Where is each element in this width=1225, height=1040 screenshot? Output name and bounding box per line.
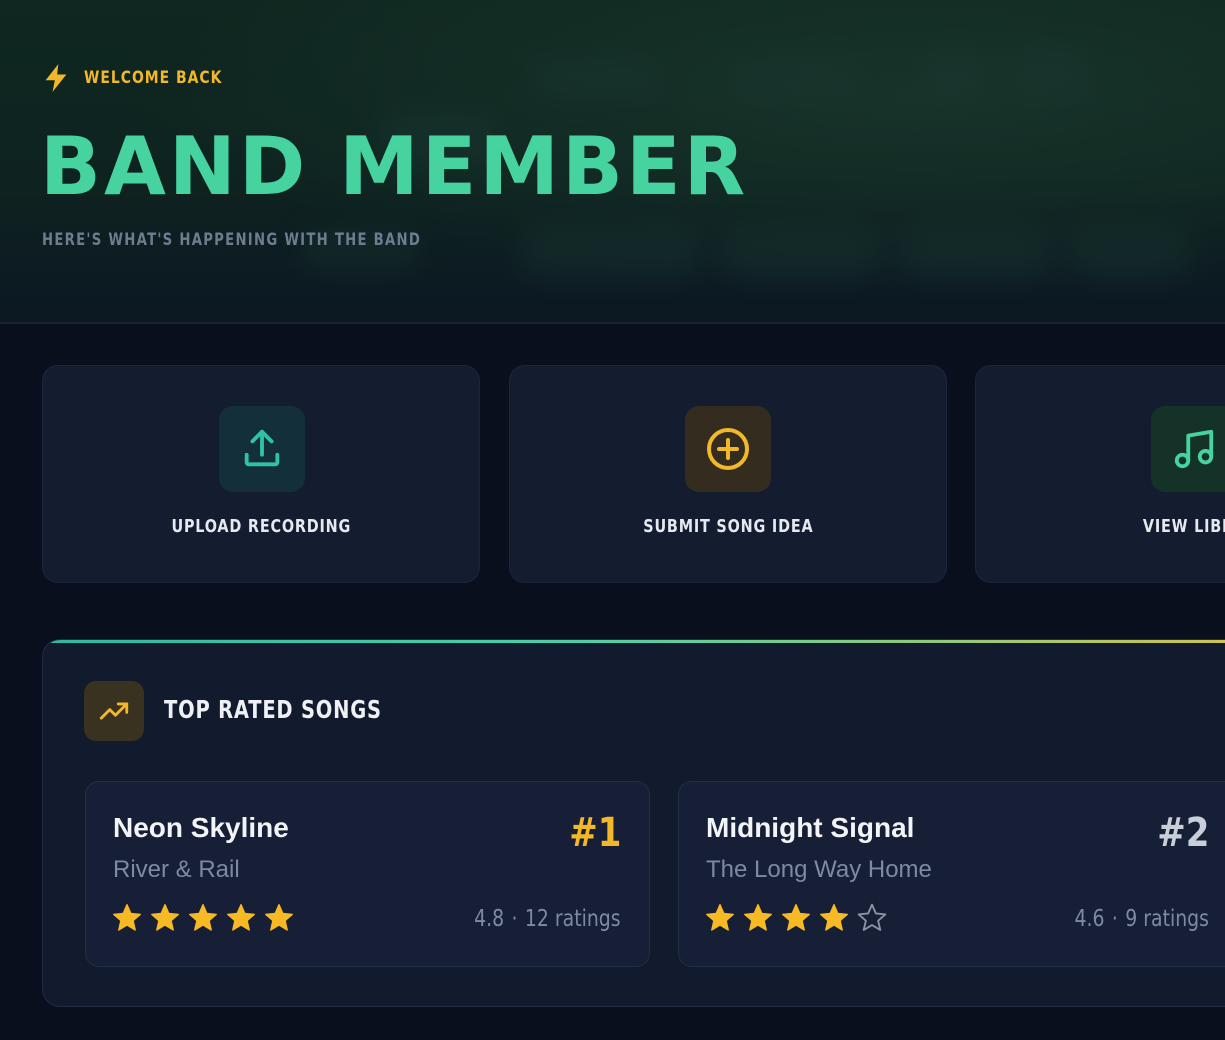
upload-recording-label: UPLOAD RECORDING [171,516,351,537]
star-filled-icon [744,904,772,931]
upload-icon [244,429,280,467]
upload-recording-card[interactable]: UPLOAD RECORDING [42,365,480,583]
song-title: Neon Skyline [113,812,289,843]
rank-badge: #1 [568,810,621,856]
trending-icon-box [84,681,144,741]
submit-icon-box [685,406,771,492]
star-filled-icon [782,904,810,931]
song-card[interactable]: Midnight Signal The Long Way Home #2 4.6… [678,781,1225,967]
plus-circle-icon [707,428,749,470]
top-rated-songs-title: TOP RATED SONGS [164,695,382,724]
hero-banner: WELCOME BACK BAND MEMBER HERE'S WHAT'S H… [0,0,1225,323]
top-rated-songs-panel: TOP RATED SONGS Neon Skyline River & Rai… [42,639,1225,1007]
star-filled-icon [706,904,734,931]
song-artist: The Long Way Home [706,856,932,883]
music-note-icon [1174,429,1214,469]
star-filled-icon [820,904,848,931]
ratings-count: 9 ratings [1125,906,1209,932]
star-filled-icon [265,904,293,931]
rank-badge: #2 [1156,810,1209,856]
panel-accent-bar [43,640,1225,643]
dashboard-page: WELCOME BACK BAND MEMBER HERE'S WHAT'S H… [0,0,1225,1040]
star-filled-icon [227,904,255,931]
song-title: Midnight Signal [706,812,915,843]
star-filled-icon [189,904,217,931]
star-rating [111,902,295,934]
lightning-bolt-icon [45,64,67,92]
submit-song-idea-card[interactable]: SUBMIT SONG IDEA [509,365,947,583]
page-title: BAND MEMBER [40,120,749,213]
song-artist: River & Rail [113,856,240,883]
page-subtitle: HERE'S WHAT'S HAPPENING WITH THE BAND [42,230,422,250]
song-card[interactable]: Neon Skyline River & Rail #1 4.8 · 12 rati… [85,781,650,967]
view-library-card[interactable]: VIEW LIBRA [975,365,1225,583]
rating-meta: 4.6 · 9 ratings [1074,906,1209,932]
welcome-row: WELCOME BACK [42,63,253,93]
star-filled-icon [113,904,141,931]
star-empty-icon [857,903,887,931]
star-rating [704,902,888,934]
trending-up-icon [99,702,129,720]
star-filled-icon [151,904,179,931]
hero-divider [0,322,1225,324]
welcome-label: WELCOME BACK [84,68,223,88]
submit-song-idea-label: SUBMIT SONG IDEA [642,516,814,537]
view-library-label: VIEW LIBRA [1142,516,1225,537]
upload-icon-box [219,406,305,492]
rating-value: 4.6 [1074,906,1105,932]
ratings-count: 12 ratings [525,906,621,932]
library-icon-box [1151,406,1225,492]
rating-value: 4.8 [474,906,505,932]
rating-meta: 4.8 · 12 ratings [474,906,621,932]
